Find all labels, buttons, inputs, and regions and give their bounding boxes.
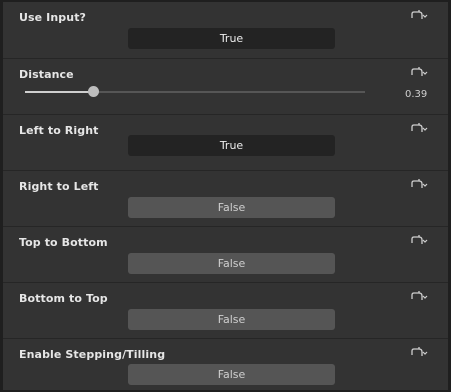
property-row-left-to-right: Left to Right True — [3, 115, 448, 171]
property-label: Bottom to Top — [19, 292, 108, 305]
right-to-left-toggle[interactable]: False — [128, 197, 335, 218]
distance-value[interactable]: 0.39 — [405, 89, 427, 100]
properties-panel: Use Input? True Distance 0.39 Left to Ri… — [0, 0, 451, 392]
reset-curve-icon[interactable] — [410, 121, 428, 135]
property-row-enable-stepping: Enable Stepping/Tilling False — [3, 339, 448, 392]
reset-curve-icon[interactable] — [410, 289, 428, 303]
bottom-to-top-toggle[interactable]: False — [128, 309, 335, 330]
distance-slider-thumb[interactable] — [87, 86, 99, 97]
reset-curve-icon[interactable] — [410, 233, 428, 247]
left-to-right-toggle[interactable]: True — [128, 135, 335, 156]
property-row-top-to-bottom: Top to Bottom False — [3, 227, 448, 283]
property-label: Enable Stepping/Tilling — [19, 348, 166, 361]
reset-curve-icon[interactable] — [410, 177, 428, 191]
property-row-distance: Distance — [3, 59, 448, 115]
reset-curve-icon[interactable] — [410, 345, 428, 359]
property-label: Distance — [19, 68, 74, 81]
property-row-right-to-left: Right to Left False — [3, 171, 448, 227]
property-row-use-input: Use Input? True — [3, 2, 448, 59]
property-row-bottom-to-top: Bottom to Top False — [3, 283, 448, 339]
properties-list: Use Input? True Distance 0.39 Left to Ri… — [3, 2, 448, 390]
property-label: Left to Right — [19, 124, 99, 137]
distance-slider-fill — [25, 91, 93, 93]
top-to-bottom-toggle[interactable]: False — [128, 253, 335, 274]
property-label: Use Input? — [19, 11, 87, 24]
reset-curve-icon[interactable] — [410, 8, 428, 22]
reset-curve-icon[interactable] — [410, 65, 428, 79]
property-label: Right to Left — [19, 180, 99, 193]
use-input-toggle[interactable]: True — [128, 28, 335, 49]
enable-stepping-toggle[interactable]: False — [128, 364, 335, 385]
property-label: Top to Bottom — [19, 236, 108, 249]
